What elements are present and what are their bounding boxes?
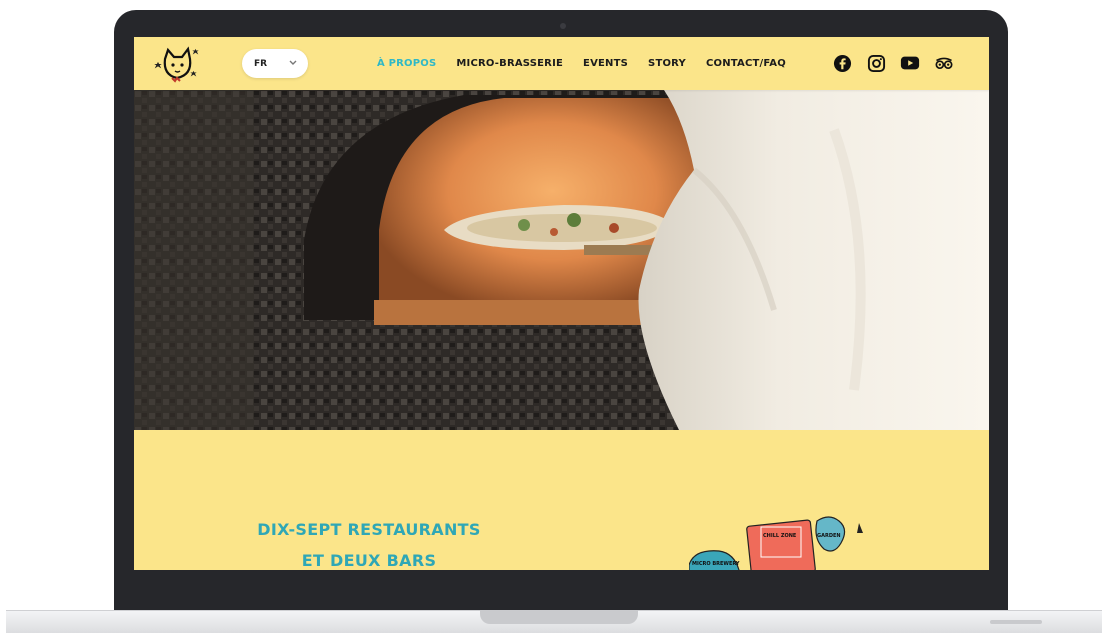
screen: FR À PROPOS MICRO-BRASSERIE EVENTS STORY…: [134, 37, 989, 570]
laptop-foot: [990, 620, 1042, 624]
social-links: [832, 53, 968, 73]
nav-item-contact-faq[interactable]: CONTACT/FAQ: [706, 58, 786, 69]
headline-line-2: ET DEUX BARS: [301, 551, 437, 570]
facebook-icon[interactable]: [832, 53, 852, 73]
intro-section: DIX-SEPT RESTAURANTS ET DEUX BARS MICRO …: [134, 430, 989, 570]
hero-video[interactable]: [134, 90, 989, 430]
main-menu: À PROPOS MICRO-BRASSERIE EVENTS STORY CO…: [377, 37, 806, 90]
venue-map-illustration: MICRO BREWERY CHILL ZONE GARDEN: [689, 516, 863, 570]
illus-label-brewery: MICRO BREWERY: [692, 561, 740, 567]
chevron-down-icon: [289, 60, 297, 65]
navbar: FR À PROPOS MICRO-BRASSERIE EVENTS STORY…: [134, 37, 989, 90]
camera: [560, 23, 566, 29]
language-value: FR: [254, 58, 268, 69]
nav-item-story[interactable]: STORY: [648, 58, 686, 69]
laptop-notch: [480, 610, 638, 624]
nav-item-events[interactable]: EVENTS: [583, 58, 628, 69]
instagram-icon[interactable]: [866, 53, 886, 73]
pizza-oven-image: [134, 90, 989, 430]
youtube-icon[interactable]: [900, 53, 920, 73]
headline-line-1: DIX-SEPT RESTAURANTS: [257, 520, 481, 539]
language-select[interactable]: FR: [242, 49, 308, 78]
illus-label-chill: CHILL ZONE: [763, 533, 797, 539]
section-headline: DIX-SEPT RESTAURANTS ET DEUX BARS: [254, 514, 484, 570]
nav-item-micro-brasserie[interactable]: MICRO-BRASSERIE: [456, 58, 563, 69]
nav-item-a-propos[interactable]: À PROPOS: [377, 58, 436, 69]
cat-logo-icon[interactable]: [150, 45, 202, 85]
illus-label-garden: GARDEN: [817, 533, 841, 539]
tripadvisor-icon[interactable]: [934, 53, 954, 73]
